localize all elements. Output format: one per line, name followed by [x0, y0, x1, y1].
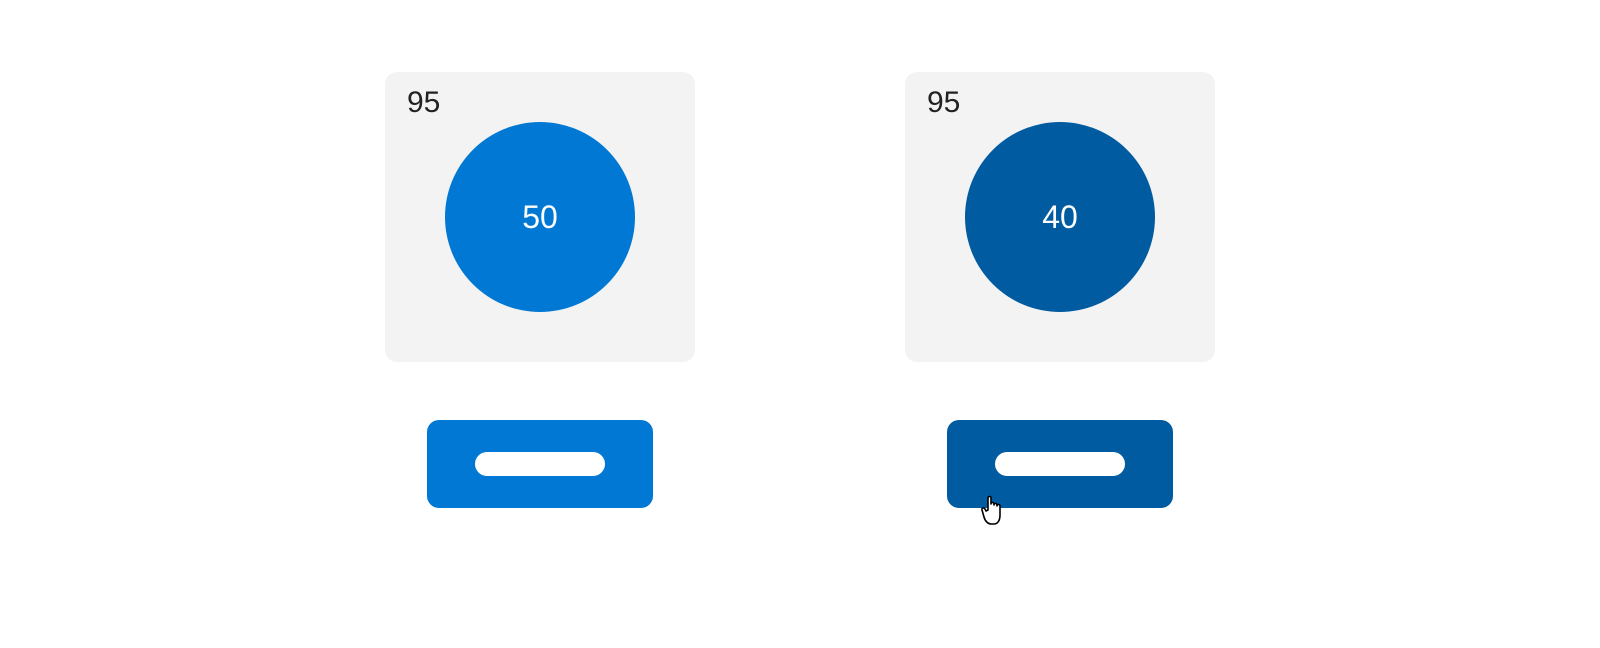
value-circle[interactable]: 40	[965, 122, 1155, 312]
state-column-hover: 95 40	[905, 72, 1215, 508]
value-card: 95 50	[385, 72, 695, 362]
value-circle[interactable]: 50	[445, 122, 635, 312]
pointer-cursor-icon	[977, 490, 1011, 530]
value-card: 95 40	[905, 72, 1215, 362]
decrement-button[interactable]	[947, 420, 1173, 508]
card-label: 95	[407, 86, 440, 120]
minus-icon	[475, 452, 605, 476]
card-label: 95	[927, 86, 960, 120]
example-row: 95 50 95 40	[0, 0, 1600, 508]
minus-icon	[995, 452, 1125, 476]
decrement-button[interactable]	[427, 420, 653, 508]
state-column-normal: 95 50	[385, 72, 695, 508]
circle-value: 50	[522, 199, 558, 236]
circle-value: 40	[1042, 199, 1078, 236]
